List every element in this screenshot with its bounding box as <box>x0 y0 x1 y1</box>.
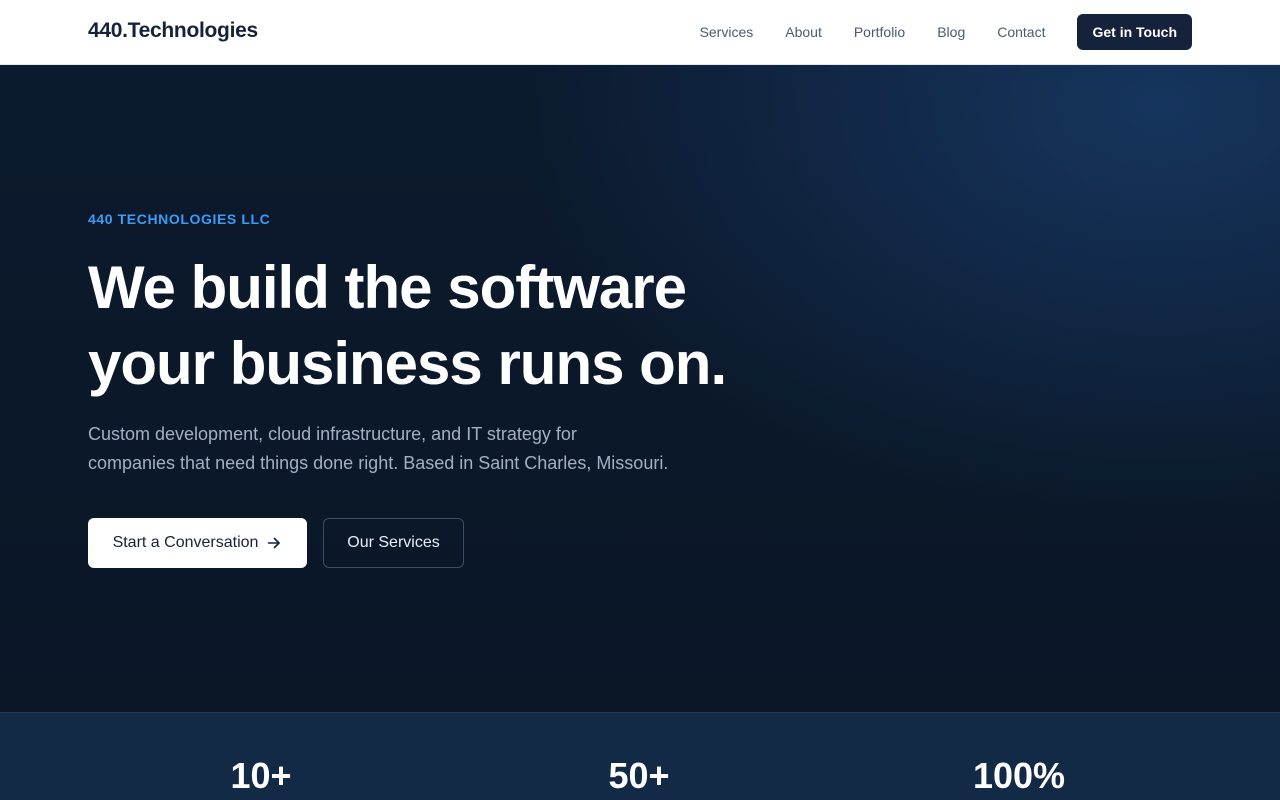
stats-section: 10+ 50+ 100% <box>0 712 1280 800</box>
stat-value: 100% <box>972 755 1066 796</box>
nav-link-services[interactable]: Services <box>700 24 754 40</box>
nav-link-about[interactable]: About <box>785 24 822 40</box>
nav-link-blog[interactable]: Blog <box>937 24 965 40</box>
hero-subtext-line1: Custom development, cloud infrastructure… <box>88 424 577 444</box>
hero-section: 440 TECHNOLOGIES LLC We build the softwa… <box>0 65 1280 712</box>
top-navbar: 440.Technologies Services About Portfoli… <box>0 0 1280 65</box>
stat-value: 10+ <box>230 755 292 796</box>
get-in-touch-button[interactable]: Get in Touch <box>1077 14 1192 50</box>
hero-eyebrow: 440 TECHNOLOGIES LLC <box>88 211 271 227</box>
hero-subtext: Custom development, cloud infrastructure… <box>88 420 688 478</box>
stat-value: 50+ <box>608 755 670 796</box>
hero-subtext-line2: companies that need things done right. B… <box>88 453 669 473</box>
brand-logo[interactable]: 440.Technologies <box>88 19 258 43</box>
hero-headline: We build the software your business runs… <box>88 250 788 402</box>
our-services-button[interactable]: Our Services <box>323 518 464 568</box>
nav-link-portfolio[interactable]: Portfolio <box>854 24 905 40</box>
hero-headline-line1: We build the software <box>88 254 687 321</box>
nav-links: Services About Portfolio Blog Contact Ge… <box>700 14 1192 50</box>
arrow-right-icon <box>268 537 281 549</box>
hero-headline-line2: your business runs on. <box>88 330 727 397</box>
start-conversation-button[interactable]: Start a Conversation <box>88 518 307 568</box>
start-conversation-label: Start a Conversation <box>112 534 259 551</box>
nav-link-contact[interactable]: Contact <box>997 24 1045 40</box>
